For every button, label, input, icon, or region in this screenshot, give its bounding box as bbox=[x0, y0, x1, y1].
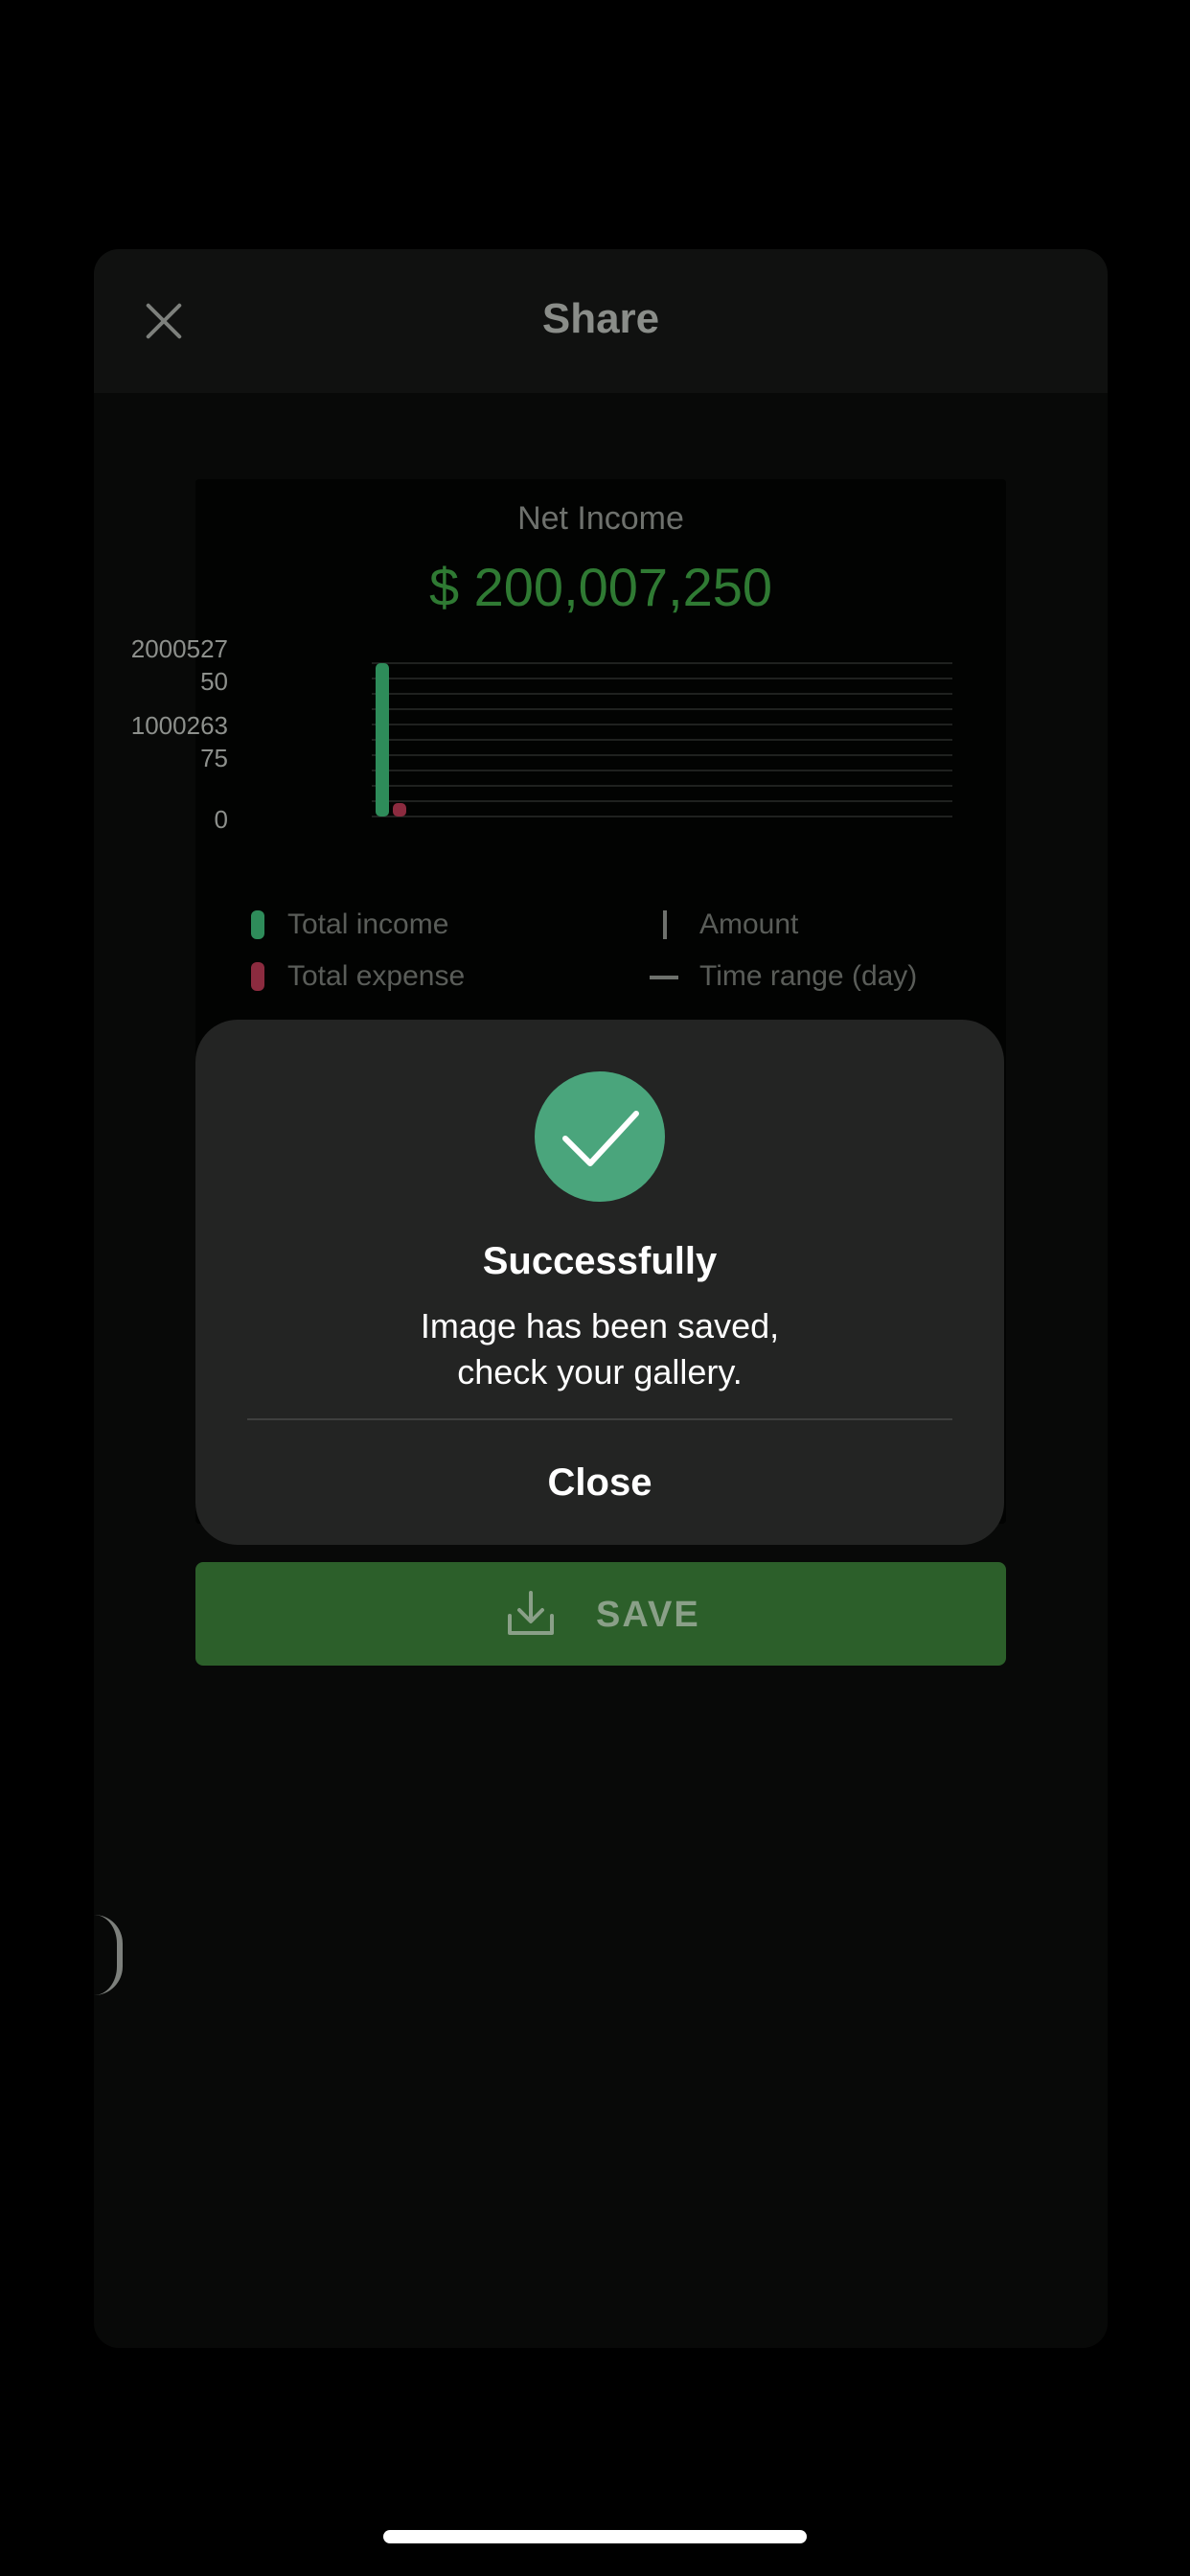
legend-expense-label: Total expense bbox=[287, 960, 466, 992]
legend-income-swatch bbox=[251, 910, 264, 939]
edge-arc-icon bbox=[94, 1915, 123, 1995]
dialog-close-button[interactable]: Close bbox=[195, 1420, 1004, 1545]
legend-amount-label: Amount bbox=[699, 908, 799, 940]
legend-time-label: Time range (day) bbox=[699, 960, 918, 992]
download-icon bbox=[508, 1591, 554, 1635]
legend-expense-swatch bbox=[251, 962, 264, 991]
home-indicator[interactable] bbox=[383, 2530, 807, 2543]
success-dialog: Successfully Image has been saved, check… bbox=[195, 1020, 1004, 1545]
dialog-message: Image has been saved, check your gallery… bbox=[195, 1303, 1004, 1395]
income-bar bbox=[376, 663, 389, 816]
legend-time-marker bbox=[650, 976, 678, 979]
legend-amount-marker bbox=[663, 910, 667, 939]
dialog-message-line1: Image has been saved, bbox=[420, 1306, 780, 1346]
legend-income-label: Total income bbox=[287, 908, 449, 940]
dialog-title: Successfully bbox=[482, 1240, 718, 1282]
checkmark-icon bbox=[535, 1071, 665, 1202]
expense-bar bbox=[393, 803, 406, 816]
save-button[interactable]: SAVE bbox=[195, 1562, 1006, 1666]
save-label: SAVE bbox=[596, 1595, 700, 1635]
dialog-message-line2: check your gallery. bbox=[457, 1352, 743, 1392]
